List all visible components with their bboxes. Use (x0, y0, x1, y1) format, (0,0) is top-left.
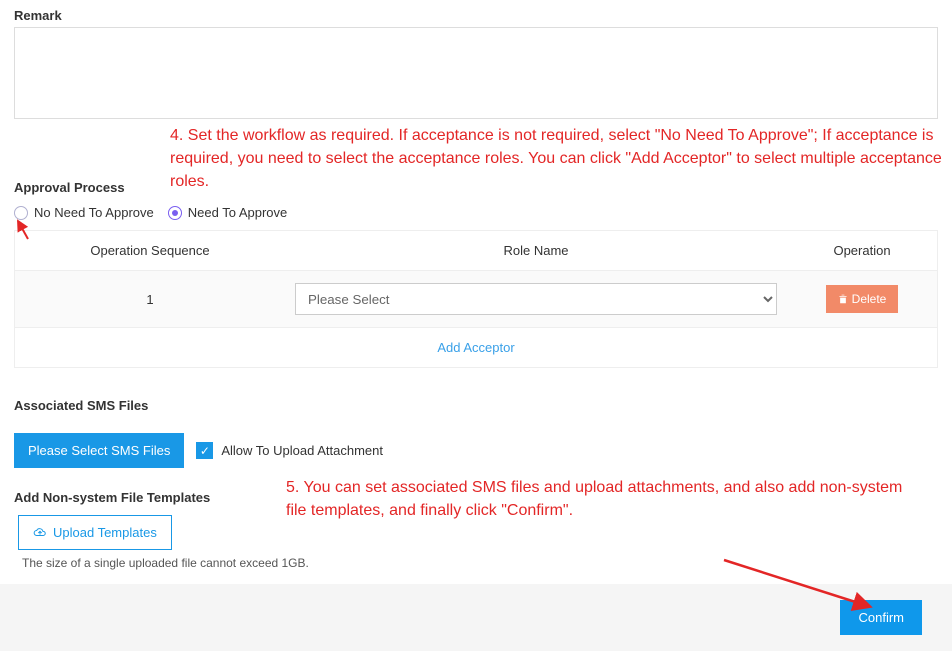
add-non-system-templates-label: Add Non-system File Templates (0, 482, 952, 509)
trash-icon (838, 294, 848, 304)
checkbox-checked-icon: ✓ (196, 442, 213, 459)
add-acceptor-link[interactable]: Add Acceptor (437, 340, 514, 355)
radio-label-no-need: No Need To Approve (34, 205, 154, 220)
cloud-upload-icon (33, 528, 47, 538)
radio-label-need: Need To Approve (188, 205, 288, 220)
th-operation: Operation (787, 231, 937, 270)
table-row: 1 Please Select Delete (15, 271, 937, 328)
footer-bar: Confirm (0, 584, 952, 651)
delete-button-label: Delete (852, 292, 887, 306)
radio-icon-selected (168, 206, 182, 220)
th-role-name: Role Name (285, 231, 787, 270)
upload-templates-button[interactable]: Upload Templates (18, 515, 172, 550)
approval-table: Operation Sequence Role Name Operation 1… (14, 230, 938, 368)
annotation-arrow-confirm (720, 556, 880, 616)
approval-process-label: Approval Process (0, 172, 952, 199)
associated-sms-files-label: Associated SMS Files (0, 390, 952, 417)
annotation-arrow-radio (12, 217, 34, 241)
allow-upload-label: Allow To Upload Attachment (221, 443, 383, 458)
remark-label: Remark (0, 0, 952, 27)
radio-no-need-to-approve[interactable]: No Need To Approve (14, 205, 154, 220)
role-select[interactable]: Please Select (295, 283, 777, 315)
upload-templates-label: Upload Templates (53, 525, 157, 540)
remark-textarea[interactable] (14, 27, 938, 119)
table-header-row: Operation Sequence Role Name Operation (15, 231, 937, 271)
delete-button[interactable]: Delete (826, 285, 899, 313)
radio-need-to-approve[interactable]: Need To Approve (168, 205, 288, 220)
allow-upload-checkbox[interactable]: ✓ Allow To Upload Attachment (196, 442, 383, 459)
select-sms-files-button[interactable]: Please Select SMS Files (14, 433, 184, 468)
th-operation-sequence: Operation Sequence (15, 231, 285, 270)
td-sequence: 1 (15, 280, 285, 319)
